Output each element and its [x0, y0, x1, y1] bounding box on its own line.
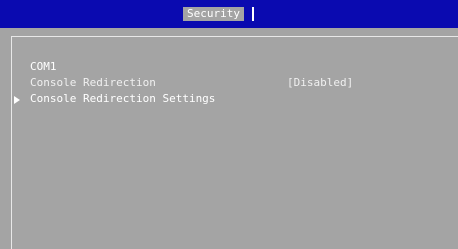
panel-frame-top: [11, 36, 458, 37]
section-title-com1: COM1: [30, 60, 57, 73]
tab-security[interactable]: Security: [183, 7, 244, 21]
submenu-arrow-icon: [14, 96, 20, 104]
header-bar-bottom: [0, 20, 458, 28]
console-redirection-label[interactable]: Console Redirection: [30, 77, 156, 89]
setup-panel: [0, 28, 458, 249]
console-redirection-value[interactable]: [Disabled]: [287, 77, 353, 89]
tab-separator: [252, 7, 254, 21]
panel-frame-left: [11, 36, 12, 249]
console-redirection-settings-submenu[interactable]: Console Redirection Settings: [30, 93, 215, 105]
